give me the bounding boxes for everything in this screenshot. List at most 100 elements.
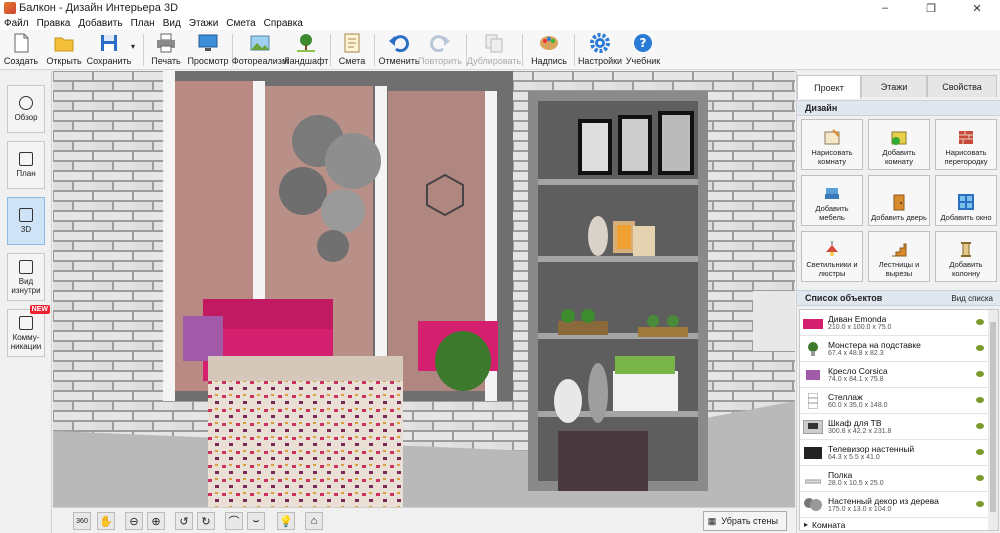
- duplicate-button[interactable]: Дублировать: [467, 32, 521, 68]
- stairs-icon: [890, 240, 908, 258]
- window-title: Балкон - Дизайн Интерьера 3D: [19, 2, 179, 14]
- add-furniture-button[interactable]: Добавить мебель: [801, 175, 863, 226]
- lightbulb-icon: 💡: [279, 515, 293, 528]
- photorealism-button[interactable]: Фотореализм: [232, 32, 288, 68]
- menu-view[interactable]: Вид: [163, 18, 181, 29]
- visibility-eye-icon[interactable]: [976, 475, 984, 481]
- menu-edit[interactable]: Правка: [37, 18, 71, 29]
- view-inside-button[interactable]: Вид изнутри: [7, 253, 45, 301]
- visibility-eye-icon[interactable]: [976, 345, 984, 351]
- add-window-button[interactable]: Добавить окно: [935, 175, 997, 226]
- tilt-down-button[interactable]: ⌣: [247, 512, 265, 530]
- walkthrough-icon: [19, 259, 33, 274]
- lights-button[interactable]: Светильники и люстры: [801, 231, 863, 282]
- tree-icon: [295, 32, 317, 54]
- view-list-toggle[interactable]: Вид списка: [951, 294, 993, 303]
- menu-estimate[interactable]: Смета: [226, 18, 255, 29]
- sofa-thumbnail-icon: [802, 314, 824, 332]
- view-3d-button[interactable]: 3D: [7, 197, 45, 245]
- estimate-button[interactable]: Смета: [336, 32, 368, 68]
- maximize-button[interactable]: ❐: [908, 0, 954, 16]
- list-item-room[interactable]: ▸ Комната: [800, 518, 998, 530]
- list-item[interactable]: Кресло Corsica 74.0 x 84.1 x 75.8: [800, 362, 998, 388]
- create-button[interactable]: Создать: [4, 32, 38, 68]
- tab-project[interactable]: Проект: [797, 75, 861, 99]
- rotate-right-icon: ↻: [201, 515, 211, 528]
- stairs-button[interactable]: Лестницы и вырезы: [868, 231, 930, 282]
- object-list: Диван Emonda 210.0 x 100.0 x 75.0 Монстер…: [799, 309, 999, 531]
- scrollbar-thumb[interactable]: [990, 322, 996, 512]
- view-overview-button[interactable]: Обзор: [7, 85, 45, 133]
- visibility-eye-icon[interactable]: [976, 449, 984, 455]
- zoom-in-button[interactable]: ⊕: [147, 512, 165, 530]
- expand-arrow-icon[interactable]: ▸: [804, 520, 808, 529]
- home-icon: ⌂: [310, 515, 318, 527]
- redo-icon: [429, 32, 451, 54]
- tab-properties[interactable]: Свойства: [927, 75, 997, 97]
- add-room-icon: [890, 128, 908, 146]
- armchair-thumbnail-icon: [802, 366, 824, 384]
- tilt-down-icon: ⌣: [252, 514, 260, 527]
- list-item[interactable]: Монстера на подставке 67.4 x 48.8 x 82.3: [800, 336, 998, 362]
- menu-help[interactable]: Справка: [264, 18, 303, 29]
- list-item[interactable]: Шкаф для ТВ 300.8 x 42.2 x 231.8: [800, 414, 998, 440]
- visibility-eye-icon[interactable]: [976, 371, 984, 377]
- rotate-right-button[interactable]: ↻: [197, 512, 215, 530]
- settings-button[interactable]: Настройки: [578, 32, 622, 68]
- tutorial-button[interactable]: ? Учебник: [624, 32, 662, 68]
- add-column-button[interactable]: Добавить колонну: [935, 231, 997, 282]
- home-view-button[interactable]: ⌂: [305, 512, 323, 530]
- app-icon: [4, 2, 16, 14]
- view-plan-button[interactable]: План: [7, 141, 45, 189]
- zoom-out-button[interactable]: ⊖: [125, 512, 143, 530]
- add-door-button[interactable]: Добавить дверь: [868, 175, 930, 226]
- list-item[interactable]: Стеллаж 60.0 x 35.0 x 148.0: [800, 388, 998, 414]
- redo-button[interactable]: Повторить: [418, 32, 462, 68]
- menu-file[interactable]: Файл: [4, 18, 29, 29]
- menu-floors[interactable]: Этажи: [189, 18, 219, 29]
- tv-cabinet-thumbnail-icon: [802, 418, 824, 436]
- monitor-icon: [197, 32, 219, 54]
- tilt-up-button[interactable]: ⌒: [225, 512, 243, 530]
- shelf-thumbnail-icon: [802, 392, 824, 410]
- design-section-header: Дизайн: [797, 100, 1000, 116]
- palette-icon: [538, 32, 560, 54]
- add-room-button[interactable]: Добавить комнату: [868, 119, 930, 170]
- list-item[interactable]: Настенный декор из дерева 175.0 x 13.0 x …: [800, 492, 998, 518]
- column-icon: [957, 240, 975, 258]
- lighting-button[interactable]: 💡: [277, 512, 295, 530]
- labels-button[interactable]: Надпись: [530, 32, 568, 68]
- walls-icon: ▦: [707, 515, 717, 526]
- visibility-eye-icon[interactable]: [976, 397, 984, 403]
- view-communications-button[interactable]: NEW Комму-никации: [7, 305, 50, 357]
- visibility-eye-icon[interactable]: [976, 501, 984, 507]
- tab-floors[interactable]: Этажи: [861, 75, 927, 97]
- draw-partition-button[interactable]: Нарисовать перегородку: [935, 119, 997, 170]
- list-item[interactable]: Телевизор настенный 64.3 x 5.5 x 41.0: [800, 440, 998, 466]
- rotate-left-button[interactable]: ↺: [175, 512, 193, 530]
- pan-hand-button[interactable]: ✋: [97, 512, 115, 530]
- preview-button[interactable]: Просмотр: [187, 32, 229, 68]
- printer-icon: [155, 32, 177, 54]
- right-panel: Проект Этажи Свойства Дизайн Нарисовать …: [796, 71, 1000, 533]
- visibility-eye-icon[interactable]: [976, 423, 984, 429]
- object-list-scrollbar[interactable]: [988, 310, 998, 530]
- open-button[interactable]: Открыть: [46, 32, 82, 68]
- print-button[interactable]: Печать: [150, 32, 182, 68]
- undo-button[interactable]: Отменить: [378, 32, 420, 68]
- list-item[interactable]: Полка 28.0 x 10.5 x 25.0: [800, 466, 998, 492]
- close-button[interactable]: ✕: [954, 0, 1000, 16]
- remove-walls-button[interactable]: ▦ Убрать стены: [702, 511, 787, 531]
- landscape-button[interactable]: Ландшафт: [284, 32, 328, 68]
- save-button[interactable]: Сохранить: [87, 32, 131, 68]
- rotate-360-button[interactable]: 360: [73, 512, 91, 530]
- toolbar: Создать Открыть Сохранить ▾ Печать Просм…: [0, 30, 1000, 70]
- list-item[interactable]: Диван Emonda 210.0 x 100.0 x 75.0: [800, 310, 998, 336]
- visibility-eye-icon[interactable]: [976, 319, 984, 325]
- minimize-button[interactable]: –: [862, 0, 908, 16]
- draw-room-button[interactable]: Нарисовать комнату: [801, 119, 863, 170]
- 3d-viewport[interactable]: [53, 71, 795, 507]
- menu-add[interactable]: Добавить: [78, 18, 122, 29]
- menu-plan[interactable]: План: [131, 18, 155, 29]
- svg-text:?: ?: [640, 36, 647, 50]
